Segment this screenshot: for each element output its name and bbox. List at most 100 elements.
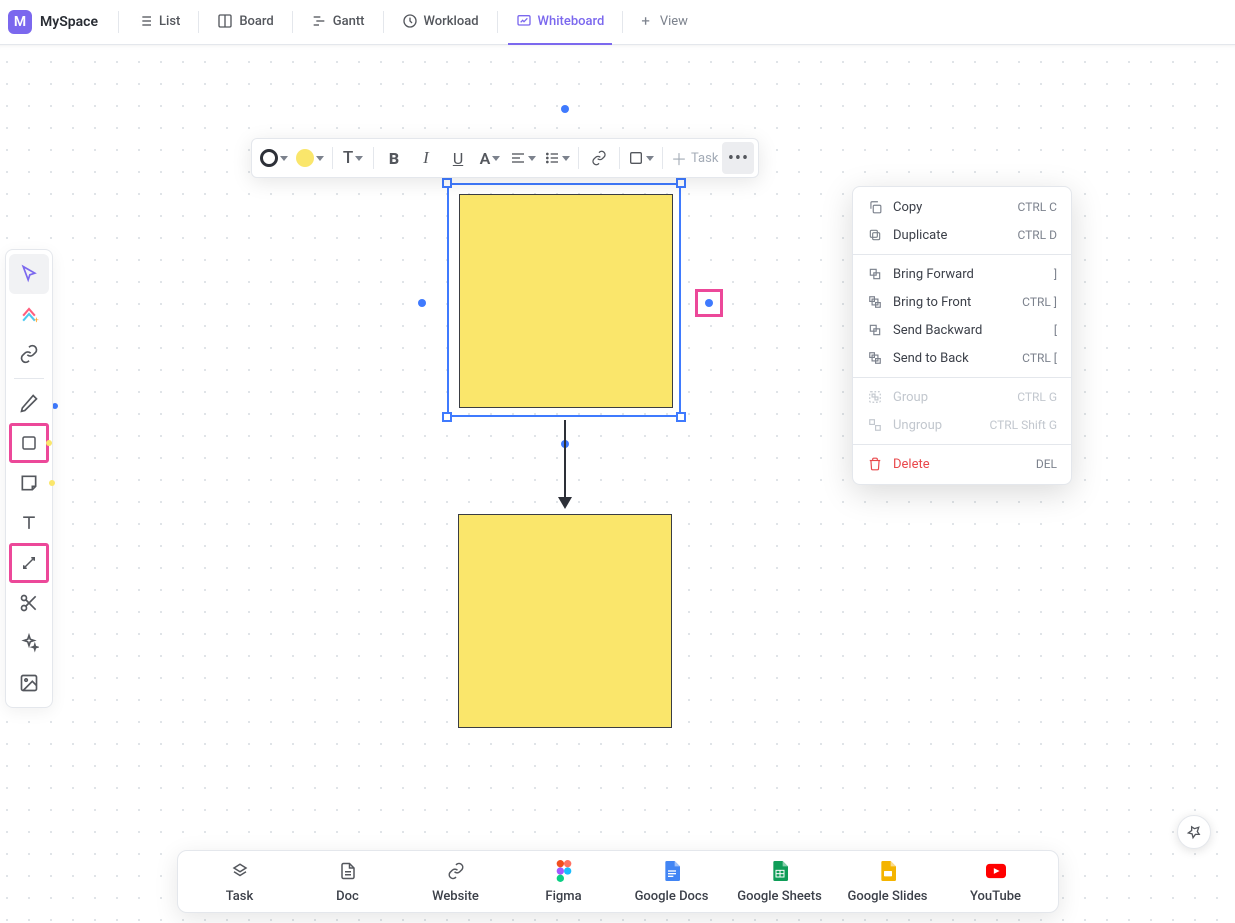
fill-color-button[interactable]: [292, 142, 328, 174]
text-align-button[interactable]: [506, 142, 540, 174]
bold-button[interactable]: B: [378, 142, 410, 174]
youtube-icon: [986, 861, 1006, 881]
insert-google-sheets[interactable]: Google Sheets: [726, 861, 834, 904]
context-menu: Copy CTRL C Duplicate CTRL D Bring Forwa…: [852, 186, 1072, 485]
insert-link-button[interactable]: [583, 142, 615, 174]
tool-link[interactable]: [9, 334, 49, 374]
tool-ai[interactable]: [9, 623, 49, 663]
clickup-icon: +: [19, 304, 39, 324]
insert-youtube[interactable]: YouTube: [942, 861, 1050, 904]
bring-forward-icon: [867, 267, 883, 281]
convert-to-task-button[interactable]: ＋ Task: [667, 142, 722, 174]
trash-icon: [867, 457, 883, 471]
more-options-button[interactable]: •••: [722, 142, 754, 174]
website-icon: [446, 861, 466, 881]
space-name[interactable]: MySpace: [40, 14, 98, 30]
font-color-button[interactable]: A: [474, 142, 506, 174]
google-slides-icon: [878, 861, 898, 881]
insert-bar: Task Doc Website Figma Google Docs Googl…: [177, 850, 1059, 913]
tab-workload[interactable]: Workload: [394, 0, 487, 45]
insert-figma[interactable]: Figma: [510, 861, 618, 904]
copy-icon: [867, 200, 883, 214]
insert-google-slides[interactable]: Google Slides: [834, 861, 942, 904]
whiteboard-icon: [516, 13, 532, 29]
menu-bring-forward[interactable]: Bring Forward ]: [853, 260, 1071, 288]
note-color-dot: [49, 480, 55, 486]
tool-draw[interactable]: [9, 383, 49, 423]
shape-rectangle-b[interactable]: [458, 514, 672, 728]
add-view-button[interactable]: + View: [633, 0, 696, 45]
tab-gantt[interactable]: Gantt: [303, 0, 373, 45]
connector-arrow-head: [558, 497, 572, 509]
send-backward-icon: [867, 323, 883, 337]
link-icon: [591, 150, 607, 166]
plus-icon: +: [641, 12, 650, 30]
menu-delete[interactable]: Delete DEL: [853, 450, 1071, 478]
connection-anchor-left[interactable]: [418, 299, 426, 307]
pen-icon: [19, 393, 39, 413]
square-icon: [628, 150, 644, 166]
chevron-down-icon: [355, 156, 363, 161]
menu-duplicate[interactable]: Duplicate CTRL D: [853, 221, 1071, 249]
circle-outline-icon: [260, 149, 278, 167]
chevron-down-icon: [316, 156, 324, 161]
doc-icon: [338, 861, 358, 881]
bring-to-front-icon: [867, 295, 883, 309]
connection-anchor-right-highlighted[interactable]: [695, 289, 723, 317]
resize-handle-sw[interactable]: [442, 412, 452, 422]
shape-rectangle-a[interactable]: [459, 194, 673, 408]
connector-arrow-line[interactable]: [564, 420, 566, 500]
menu-ungroup: Ungroup CTRL Shift G: [853, 411, 1071, 439]
ungroup-icon: [867, 418, 883, 432]
resize-handle-se[interactable]: [676, 412, 686, 422]
workload-icon: [402, 13, 418, 29]
top-bar: M MySpace List Board Gantt Workload Whit…: [0, 0, 1235, 45]
tool-connector[interactable]: [9, 543, 49, 583]
space-badge[interactable]: M: [8, 10, 32, 34]
menu-copy[interactable]: Copy CTRL C: [853, 193, 1071, 221]
insert-website[interactable]: Website: [402, 861, 510, 904]
font-size-button[interactable]: T: [337, 142, 369, 174]
insert-task[interactable]: Task: [186, 861, 294, 904]
duplicate-icon: [867, 228, 883, 242]
tool-shape[interactable]: [9, 423, 49, 463]
text-icon: [19, 513, 39, 533]
chevron-down-icon: [492, 156, 500, 161]
resize-handle-nw[interactable]: [442, 178, 452, 188]
tool-sticky-note[interactable]: [9, 463, 49, 503]
underline-button[interactable]: U: [442, 142, 474, 174]
tool-clickup-card[interactable]: +: [9, 294, 49, 334]
list-icon: [137, 13, 153, 29]
insert-doc[interactable]: Doc: [294, 861, 402, 904]
bullet-list-icon: [544, 150, 560, 166]
tab-whiteboard[interactable]: Whiteboard: [508, 0, 613, 45]
border-style-button[interactable]: [256, 142, 292, 174]
tool-scissors[interactable]: [9, 583, 49, 623]
tool-select[interactable]: [9, 254, 49, 294]
link-icon: [19, 344, 39, 364]
tab-list[interactable]: List: [129, 0, 188, 45]
menu-bring-to-front[interactable]: Bring to Front CTRL ]: [853, 288, 1071, 316]
menu-send-to-back[interactable]: Send to Back CTRL [: [853, 344, 1071, 372]
insert-google-docs[interactable]: Google Docs: [618, 861, 726, 904]
resize-handle-ne[interactable]: [676, 178, 686, 188]
list-style-button[interactable]: [540, 142, 574, 174]
italic-button[interactable]: I: [410, 142, 442, 174]
chevron-down-icon: [280, 156, 288, 161]
tool-image[interactable]: [9, 663, 49, 703]
image-icon: [19, 673, 39, 693]
google-sheets-icon: [770, 861, 790, 881]
align-icon: [510, 150, 526, 166]
pin-toolbar-button[interactable]: [1177, 815, 1211, 849]
send-to-back-icon: [867, 351, 883, 365]
tool-text[interactable]: [9, 503, 49, 543]
google-docs-icon: [662, 861, 682, 881]
tab-board[interactable]: Board: [209, 0, 281, 45]
pin-icon: [1186, 824, 1202, 840]
shape-color-dot: [46, 440, 52, 446]
connection-anchor-top[interactable]: [561, 105, 569, 113]
board-icon: [217, 13, 233, 29]
shape-swap-button[interactable]: [624, 142, 658, 174]
menu-send-backward[interactable]: Send Backward [: [853, 316, 1071, 344]
cursor-icon: [19, 264, 39, 284]
